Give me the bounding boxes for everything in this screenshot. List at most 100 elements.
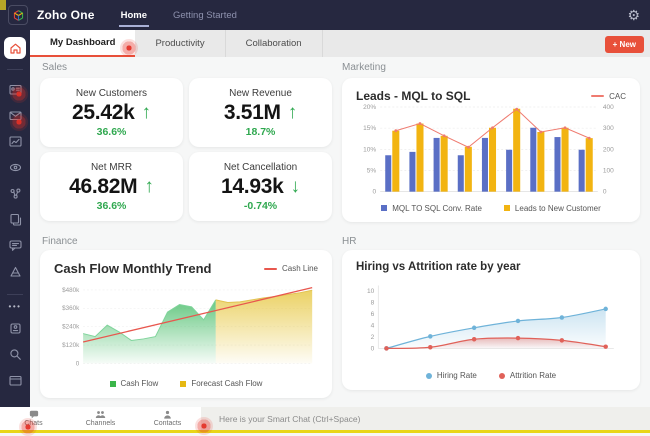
svg-text:400: 400 (603, 104, 614, 111)
kpi-title: New Revenue (229, 88, 292, 99)
smart-chat-bar: Chats Channels Contacts Here is your Sma… (0, 407, 650, 430)
settings-gear-icon[interactable]: ⚙ (627, 4, 640, 26)
line-legend-icon (591, 95, 604, 97)
channels-button[interactable]: Channels (67, 407, 134, 430)
nav-getting-started[interactable]: Getting Started (173, 10, 237, 21)
sidebar-item-badge[interactable] (0, 315, 30, 341)
svg-text:0: 0 (371, 345, 375, 352)
window-icon (9, 374, 22, 387)
line-legend-icon (264, 268, 277, 270)
dot-legend-icon (426, 373, 432, 379)
finance-chart-card: Cash Flow Monthly Trend Cash Line 0 $120k… (40, 250, 332, 398)
svg-text:8: 8 (371, 300, 375, 307)
reports-icon (9, 135, 22, 148)
legend-cash-flow: Cash Flow (110, 379, 159, 388)
svg-text:10: 10 (367, 288, 375, 295)
kpi-card-net-mrr: Net MRR 46.82M ↑ 36.6% (40, 152, 183, 221)
click-marker (10, 113, 28, 131)
section-label-finance: Finance (42, 236, 78, 247)
kpi-value: 14.93k (221, 175, 283, 199)
search-icon (9, 348, 22, 361)
trend-up-icon: ↑ (141, 103, 151, 123)
kpi-value: 46.82M (69, 175, 137, 199)
channels-icon (95, 410, 106, 419)
svg-text:2: 2 (371, 334, 375, 341)
dashboard-content: Sales Marketing Finance HR New Customers… (30, 57, 650, 407)
annotation-corner-mark (0, 0, 6, 10)
design-icon (9, 265, 22, 278)
svg-text:0: 0 (373, 189, 377, 196)
svg-text:$120k: $120k (62, 342, 80, 349)
sidebar-item-chat[interactable] (0, 232, 30, 258)
trend-up-icon: ↑ (288, 103, 298, 123)
new-button[interactable]: + New (605, 36, 644, 53)
svg-text:20%: 20% (363, 104, 376, 111)
dot-legend-icon (499, 373, 505, 379)
svg-text:300: 300 (603, 125, 614, 132)
sidebar-item-documents[interactable] (0, 206, 30, 232)
legend-leads-new-customer: Leads to New Customer (504, 204, 601, 213)
section-label-hr: HR (342, 236, 356, 247)
svg-text:0: 0 (76, 360, 80, 367)
sidebar-divider (7, 294, 23, 295)
kpi-card-new-revenue: New Revenue 3.51M↑ 18.7% (189, 78, 332, 147)
more-apps-icon[interactable]: ••• (9, 301, 22, 315)
nav-home[interactable]: Home (121, 10, 147, 21)
kpi-title: Net Cancellation (224, 162, 297, 173)
sidebar-item-search[interactable] (0, 341, 30, 367)
sidebar-item-insights[interactable] (0, 154, 30, 180)
marketing-chart-card: Leads - MQL to SQL CAC 005%10010%20015%3… (342, 78, 640, 222)
svg-text:5%: 5% (367, 168, 377, 175)
sidebar-item-design[interactable] (0, 258, 30, 284)
bar-legend-icon (381, 205, 387, 211)
kpi-title: New Customers (76, 88, 147, 99)
chart-title: Leads - MQL to SQL (356, 89, 470, 103)
svg-text:0: 0 (603, 189, 607, 196)
zoho-logo-icon[interactable] (8, 5, 28, 25)
legend-forecast-cash-flow: Forecast Cash Flow (180, 379, 262, 388)
sidebar-item-reports[interactable] (0, 128, 30, 154)
topbar: Zoho One Home Getting Started ⚙ (0, 0, 650, 30)
click-marker (120, 39, 138, 57)
area-legend-icon (110, 381, 116, 387)
kpi-delta: 18.7% (246, 126, 276, 138)
click-marker (195, 417, 213, 435)
brand-title: Zoho One (37, 8, 95, 22)
smart-chat-input[interactable]: Here is your Smart Chat (Ctrl+Space) (201, 407, 650, 430)
marketing-chart: 005%10010%20015%30020%400 (356, 103, 626, 204)
svg-text:$480k: $480k (62, 287, 80, 294)
tab-productivity[interactable]: Productivity (135, 30, 225, 57)
kpi-delta: 36.6% (97, 200, 127, 212)
legend-cash-line: Cash Line (264, 264, 318, 273)
hr-chart: 0 2 4 6 8 10 (356, 273, 626, 371)
svg-text:10%: 10% (363, 146, 376, 153)
trend-down-icon: ↓ (290, 177, 300, 197)
documents-icon (9, 213, 22, 226)
trend-up-icon: ↑ (144, 177, 154, 197)
legend-hiring-rate: Hiring Rate (426, 371, 477, 380)
chart-title: Cash Flow Monthly Trend (54, 261, 211, 276)
sidebar-item-apps[interactable] (0, 180, 30, 206)
svg-text:$240k: $240k (62, 324, 80, 331)
section-label-marketing: Marketing (342, 62, 386, 73)
bar-legend-icon (504, 205, 510, 211)
kpi-title: Net MRR (91, 162, 132, 173)
sidebar-home-button[interactable] (4, 37, 26, 59)
legend-attrition-rate: Attrition Rate (499, 371, 556, 380)
section-label-sales: Sales (42, 62, 67, 73)
hr-chart-card: Hiring vs Attrition rate by year 0 2 4 6 8 10… (342, 250, 640, 390)
kpi-delta: 36.6% (97, 126, 127, 138)
tab-my-dashboard[interactable]: My Dashboard (30, 30, 135, 57)
kpi-value: 25.42k (72, 101, 134, 125)
badge-icon (9, 322, 22, 335)
legend-cac: CAC (591, 92, 626, 101)
tab-collaboration[interactable]: Collaboration (226, 30, 323, 57)
svg-text:6: 6 (371, 311, 375, 318)
legend-mql-conv-rate: MQL TO SQL Conv. Rate (381, 204, 482, 213)
contacts-button[interactable]: Contacts (134, 407, 201, 430)
svg-text:4: 4 (371, 323, 375, 330)
kpi-card-new-customers: New Customers 25.42k ↑ 36.6% (40, 78, 183, 147)
sidebar-item-window[interactable] (0, 367, 30, 393)
svg-text:15%: 15% (363, 125, 376, 132)
chart-title: Hiring vs Attrition rate by year (356, 261, 520, 273)
